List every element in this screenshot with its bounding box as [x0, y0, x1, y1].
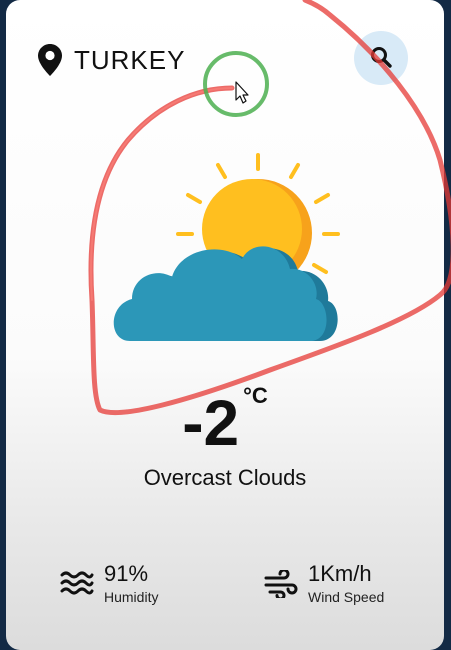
location-row: [38, 42, 274, 78]
humidity-value: 91%: [104, 561, 149, 586]
wind-icon: [264, 560, 298, 598]
weather-condition: Overcast Clouds: [143, 465, 307, 490]
humidity-label: Humidity: [104, 589, 159, 605]
wind-speed-value: 1Km/h: [308, 561, 372, 586]
search-icon: [369, 45, 393, 72]
partly-cloudy-icon: [106, 145, 346, 350]
weather-card: -2°C Overcast Clouds 91% Humidity: [6, 0, 444, 650]
temperature-value: -2: [182, 387, 240, 459]
humidity-detail: 91% Humidity: [60, 560, 158, 606]
screen: -2°C Overcast Clouds 91% Humidity: [0, 0, 451, 650]
temperature-display: -2 °C: [6, 383, 444, 461]
wind-detail: 1Km/h Wind Speed: [264, 560, 384, 606]
location-input[interactable]: [74, 44, 274, 76]
waves-icon: [60, 560, 94, 596]
search-button[interactable]: [354, 31, 408, 85]
map-pin-icon: [38, 44, 62, 76]
temperature-unit: °C: [243, 383, 268, 408]
wind-speed-label: Wind Speed: [308, 589, 385, 605]
